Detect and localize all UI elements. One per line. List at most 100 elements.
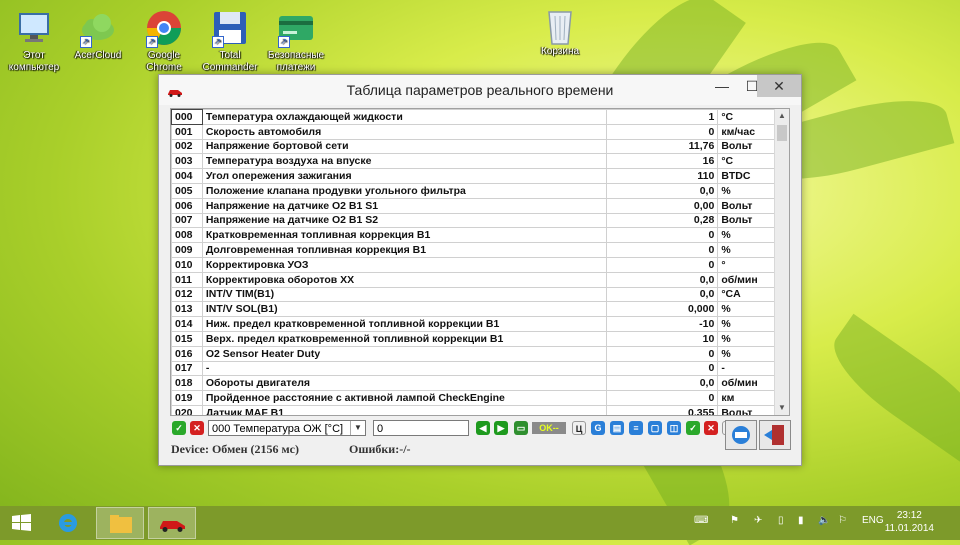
network-icon[interactable]: ▮ — [798, 515, 804, 526]
graph-icon[interactable]: ▭ — [514, 421, 528, 435]
volume-icon[interactable]: 🔈 — [818, 515, 830, 526]
desktop-icon-safe-payments[interactable]: ↗ Безопасные платежи — [264, 8, 328, 74]
table-row[interactable]: 008 Кратковременная топливная коррекция B… — [171, 227, 775, 244]
shortcut-arrow-icon: ↗ — [80, 36, 92, 48]
table-row[interactable]: 004 Угол опережения зажигания 110 BTDC — [171, 168, 775, 184]
airplane-icon[interactable]: ✈ — [754, 515, 762, 526]
computer-icon — [14, 8, 54, 48]
param-name: Напряжение на датчике O2 B1 S1 — [201, 197, 608, 214]
row-number: 020 — [171, 404, 203, 415]
info-button[interactable] — [725, 420, 757, 450]
table-row[interactable]: 011 Корректировка оборотов XX 0,0 об/мин — [171, 271, 775, 288]
exit-button[interactable] — [759, 420, 791, 450]
minimize-button[interactable]: — — [707, 75, 737, 97]
scroll-up-icon[interactable]: ▲ — [775, 109, 789, 123]
table-row[interactable]: 001 Скорость автомобиля 0 км/час — [171, 123, 775, 140]
param-value: 0,355 — [606, 404, 719, 415]
table-row[interactable]: 007 Напряжение на датчике O2 B1 S2 0,28 Вол… — [171, 212, 775, 229]
param-name: Скорость автомобиля — [201, 123, 608, 140]
desktop-icon-total-commander[interactable]: ↗ Total Commander — [198, 8, 262, 74]
value-input[interactable]: 0 — [373, 420, 469, 436]
desktop-icon-acercloud[interactable]: ↗ AcerCloud — [66, 8, 130, 62]
desktop-icon-recycle-bin[interactable]: Корзина — [528, 4, 592, 58]
confirm-icon[interactable]: ✓ — [686, 421, 700, 435]
row-number: 014 — [171, 316, 203, 332]
param-unit: % — [717, 227, 775, 244]
scroll-down-icon[interactable]: ▼ — [775, 401, 789, 415]
table-row[interactable]: 005 Положение клапана продувки угольного … — [171, 182, 775, 199]
row-number: 001 — [171, 123, 203, 140]
cancel-red-icon[interactable]: ✕ — [190, 421, 204, 435]
c-button[interactable]: Ц — [572, 421, 586, 435]
desktop-icon-computer[interactable]: Этот компьютер — [2, 8, 66, 74]
arrow-right-icon[interactable]: ▶ — [494, 421, 508, 435]
arrow-left-icon[interactable]: ◀ — [476, 421, 490, 435]
keyboard-icon[interactable]: ⌨ — [694, 515, 708, 526]
start-button[interactable] — [0, 506, 44, 540]
battery-icon[interactable]: ▯ — [778, 515, 784, 526]
param-value: 0,28 — [606, 212, 719, 229]
taskbar-ie[interactable] — [44, 507, 92, 539]
param-value: 0 — [606, 123, 719, 140]
table-row[interactable]: 010 Корректировка УОЗ 0 ° — [171, 256, 775, 273]
stop-icon[interactable]: ✕ — [704, 421, 718, 435]
check-green-icon[interactable]: ✓ — [172, 421, 186, 435]
table-row[interactable]: 009 Долговременная топливная коррекция B1… — [171, 242, 775, 258]
taskbar-explorer[interactable] — [96, 507, 144, 539]
param-value: 11,76 — [606, 138, 719, 155]
param-value: 1 — [606, 109, 719, 125]
row-number: 002 — [171, 138, 203, 155]
windows-logo-icon — [12, 514, 31, 531]
param-value: 0,0 — [606, 375, 719, 392]
window-titlebar[interactable]: Таблица параметров реального времени — ☐… — [159, 75, 801, 105]
exit-door-icon — [764, 425, 784, 445]
row-number: 010 — [171, 256, 203, 273]
language-indicator[interactable]: ENG — [862, 515, 884, 526]
param-unit: Вольт — [717, 212, 775, 229]
clock[interactable]: 23:12 11.01.2014 — [885, 509, 934, 535]
param-unit: % — [717, 345, 775, 362]
close-button[interactable]: ✕ — [757, 75, 801, 97]
table-row[interactable]: 018 Обороты двигателя 0,0 об/мин — [171, 375, 775, 392]
table-row[interactable]: 006 Напряжение на датчике O2 B1 S1 0,00 Вол… — [171, 197, 775, 214]
settings-icon[interactable]: ◫ — [667, 421, 681, 435]
taskbar-app[interactable] — [148, 507, 196, 539]
param-name: Температура охлаждающей жидкости — [201, 109, 608, 125]
flag-icon[interactable]: ⚑ — [730, 515, 739, 526]
window-icon[interactable]: ▢ — [648, 421, 662, 435]
param-name: Корректировка УОЗ — [201, 256, 608, 273]
param-select[interactable]: 000 Температура ОЖ [°C] ▼ — [208, 420, 366, 436]
param-name: - — [201, 360, 608, 377]
desktop-icon-chrome[interactable]: ↗ Google Chrome — [132, 8, 196, 74]
param-value: 0 — [606, 360, 719, 377]
table-row[interactable]: 002 Напряжение бортовой сети 11,76 Вольт — [171, 138, 775, 155]
errors-status: Ошибки:-/- — [349, 442, 411, 456]
folder-icon — [110, 515, 132, 533]
table-row[interactable]: 017-0- — [171, 360, 775, 377]
device-status: Device: Обмен (2156 мс) — [171, 442, 299, 456]
table-row[interactable]: 014 Ниж. предел кратковременной топливной… — [171, 316, 775, 332]
scroll-thumb[interactable] — [777, 125, 787, 141]
card-icon: ↗ — [276, 8, 316, 48]
table-row[interactable]: 000 Температура охлаждающей жидкости 1 °C — [171, 109, 775, 125]
action-center-icon[interactable]: ⚐ — [838, 515, 847, 526]
row-number: 007 — [171, 212, 203, 229]
table-row[interactable]: 019 Пройденное расстояние с активной ламп… — [171, 390, 775, 406]
row-number: 005 — [171, 182, 203, 199]
param-name: O2 Sensor Heater Duty — [201, 345, 608, 362]
g-icon[interactable]: G — [591, 421, 605, 435]
table-row[interactable]: 016 O2 Sensor Heater Duty 0% — [171, 345, 775, 362]
list-icon[interactable]: ≡ — [629, 421, 643, 435]
table-row[interactable]: 015 Верх. предел кратковременной топливно… — [171, 330, 775, 347]
table-row[interactable]: 012 INT/V TIM(B1) 0,0 °CA — [171, 286, 775, 303]
params-table[interactable]: 000 Температура охлаждающей жидкости 1 °C 00… — [170, 108, 790, 416]
param-unit: % — [717, 316, 775, 332]
chevron-down-icon[interactable]: ▼ — [350, 421, 365, 435]
table-row[interactable]: 020 Датчик MAF B1 0,355 Вольт — [171, 404, 775, 415]
shortcut-arrow-icon: ↗ — [278, 36, 290, 48]
record-icon[interactable]: ▤ — [610, 421, 624, 435]
table-row[interactable]: 003 Температура воздуха на впуске 16 °C — [171, 153, 775, 170]
table-row[interactable]: 013 INT/V SOL(B1) 0,000% — [171, 301, 775, 318]
param-value: 110 — [606, 168, 719, 184]
vertical-scrollbar[interactable]: ▲ ▼ — [774, 109, 789, 415]
